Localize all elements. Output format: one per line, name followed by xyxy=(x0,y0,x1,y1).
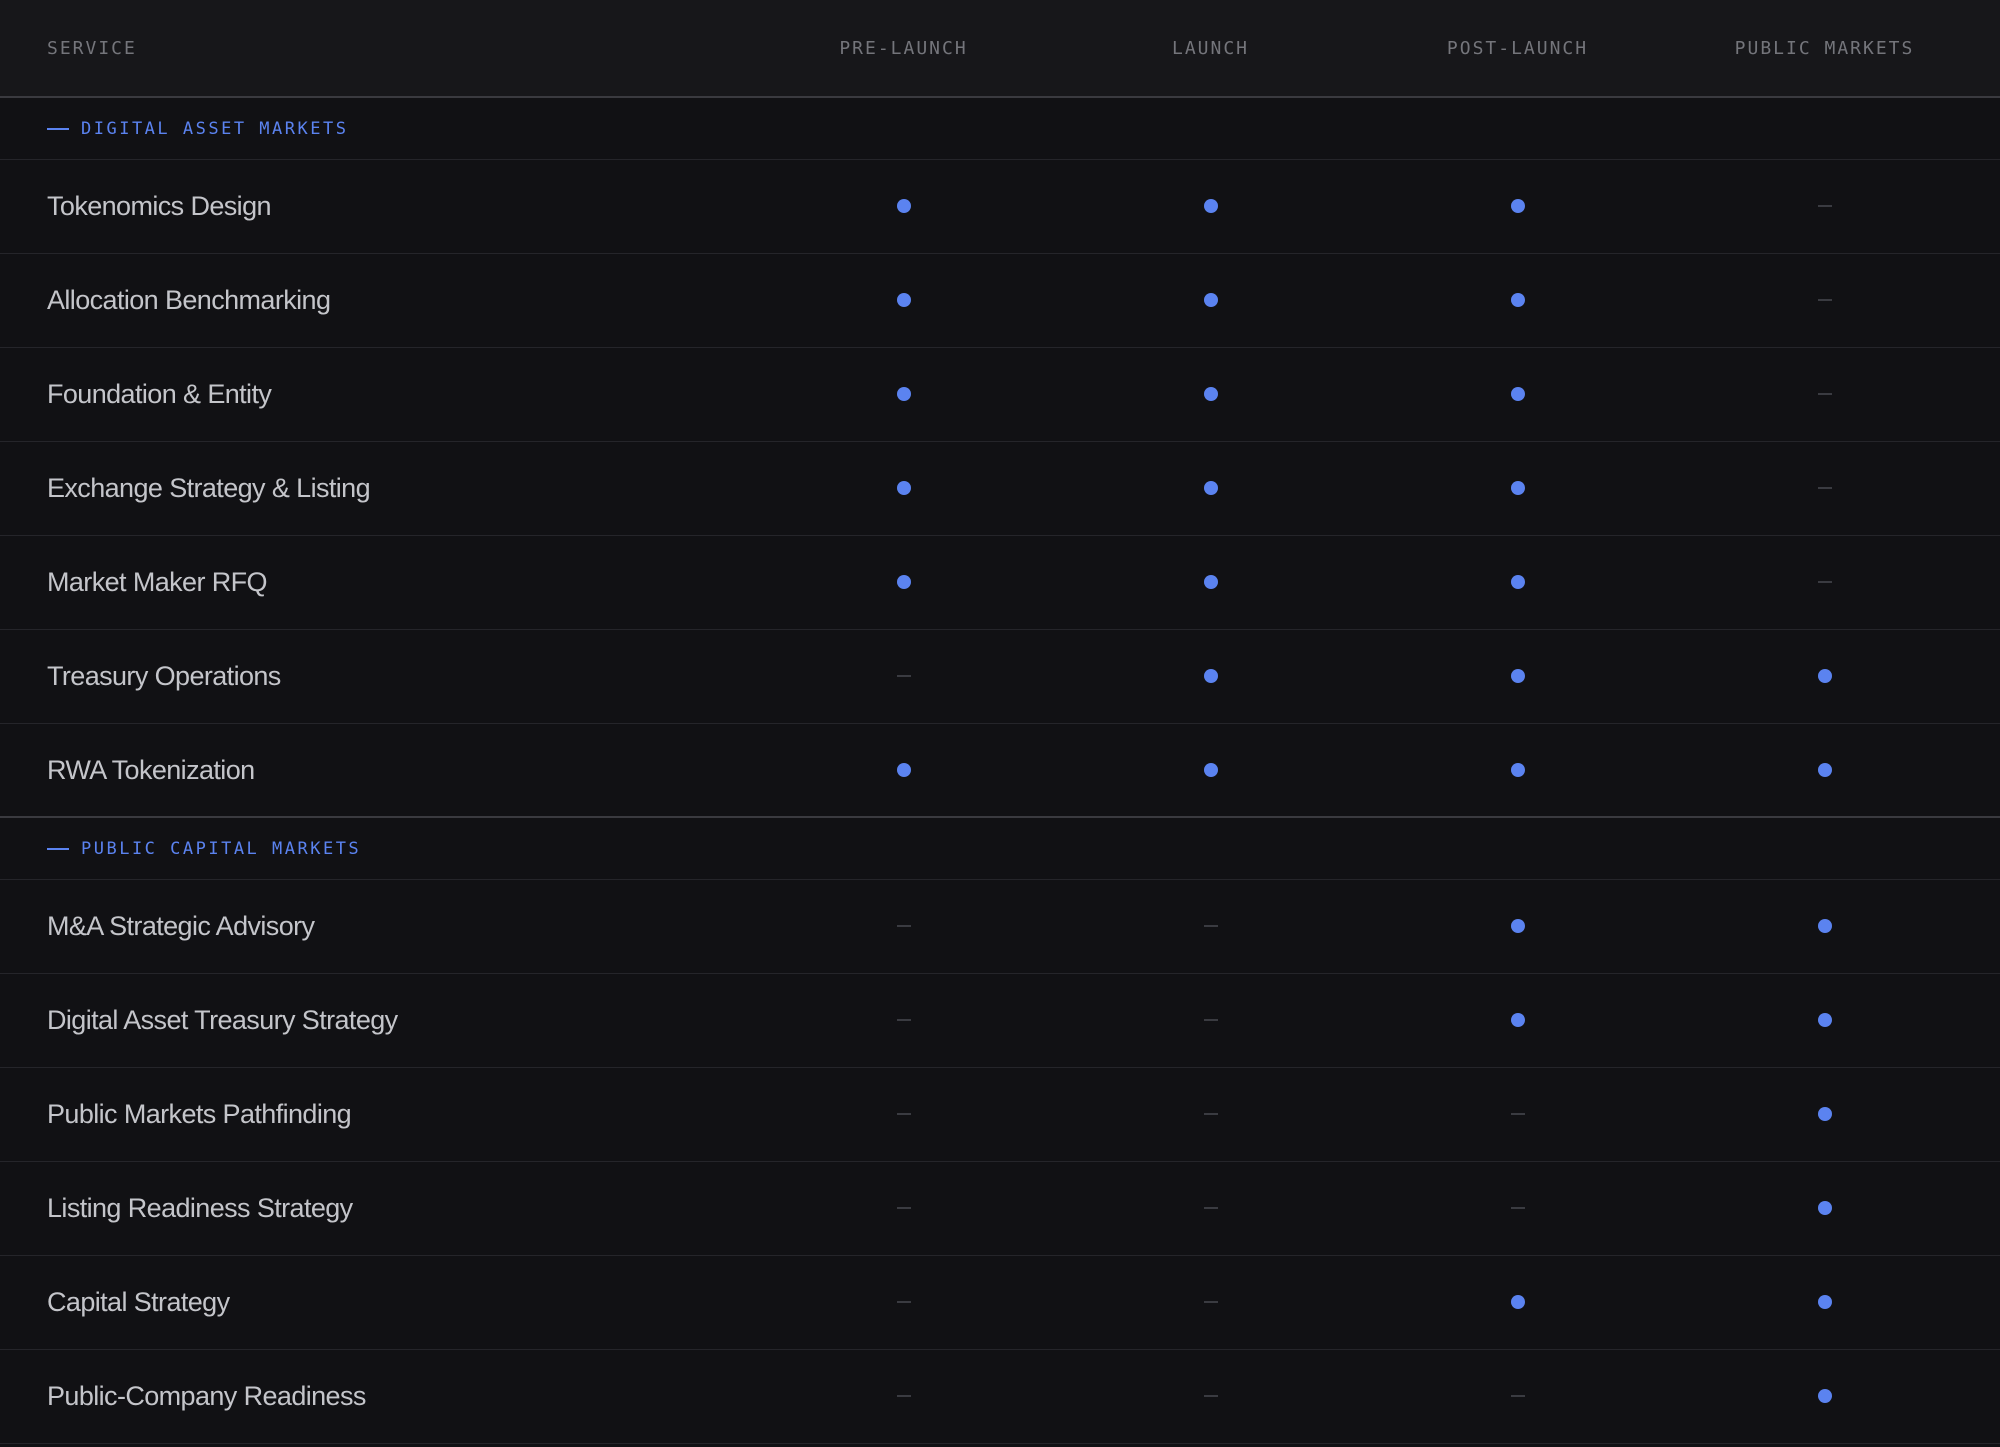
dash-icon xyxy=(1510,1207,1525,1210)
service-name: Capital Strategy xyxy=(47,1287,230,1317)
dash-icon xyxy=(896,925,911,928)
service-name: Public-Company Readiness xyxy=(47,1381,366,1411)
dash-icon xyxy=(896,1301,911,1304)
header-public-markets: PUBLIC MARKETS xyxy=(1734,37,1915,59)
dot-icon xyxy=(1817,669,1832,684)
header-launch: LAUNCH xyxy=(1171,37,1250,59)
dash-icon xyxy=(896,1113,911,1116)
table-row: Exchange Strategy & Listing xyxy=(0,442,2000,536)
section-label: PUBLIC CAPITAL MARKETS xyxy=(81,838,362,859)
table-row: Public-Company Readiness xyxy=(0,1350,2000,1444)
header-post-launch: POST-LAUNCH xyxy=(1446,37,1589,59)
dot-icon xyxy=(1510,1013,1525,1028)
table-row: RWA Tokenization xyxy=(0,724,2000,818)
service-name: Foundation & Entity xyxy=(47,379,272,409)
table-row: Foundation & Entity xyxy=(0,348,2000,442)
dash-icon xyxy=(896,1395,911,1398)
dot-icon xyxy=(1817,762,1832,777)
table-row: Allocation Benchmarking xyxy=(0,254,2000,348)
section-header: DIGITAL ASSET MARKETS xyxy=(0,98,2000,160)
service-name: Public Markets Pathfinding xyxy=(47,1099,352,1129)
table-row: Capital Strategy xyxy=(0,1256,2000,1350)
dot-icon xyxy=(1203,481,1218,496)
service-name: Exchange Strategy & Listing xyxy=(47,473,371,503)
dot-icon xyxy=(896,387,911,402)
dash-icon xyxy=(1817,487,1832,490)
service-name: M&A Strategic Advisory xyxy=(47,911,315,941)
dash-icon xyxy=(896,675,911,678)
service-name: RWA Tokenization xyxy=(47,754,255,785)
service-name: Listing Readiness Strategy xyxy=(47,1193,353,1223)
table-header: SERVICE PRE-LAUNCH LAUNCH POST-LAUNCH PU… xyxy=(0,0,2000,98)
dot-icon xyxy=(1817,1107,1832,1122)
table-row: Tokenomics Design xyxy=(0,160,2000,254)
dash-icon xyxy=(1203,925,1218,928)
dot-icon xyxy=(1510,481,1525,496)
table-row: Public Markets Pathfinding xyxy=(0,1068,2000,1162)
dot-icon xyxy=(1203,199,1218,214)
header-service: SERVICE xyxy=(47,37,137,59)
service-name: Digital Asset Treasury Strategy xyxy=(47,1005,398,1035)
dash-icon xyxy=(1817,581,1832,584)
dot-icon xyxy=(1510,199,1525,214)
dot-icon xyxy=(1817,1013,1832,1028)
dot-icon xyxy=(896,293,911,308)
dot-icon xyxy=(896,762,911,777)
dot-icon xyxy=(896,199,911,214)
dot-icon xyxy=(1510,293,1525,308)
dash-icon xyxy=(1203,1207,1218,1210)
table-row: Market Maker RFQ xyxy=(0,536,2000,630)
dot-icon xyxy=(1203,669,1218,684)
dot-icon xyxy=(1510,575,1525,590)
dot-icon xyxy=(1203,762,1218,777)
dot-icon xyxy=(896,481,911,496)
dot-icon xyxy=(896,575,911,590)
table-row: Digital Asset Treasury Strategy xyxy=(0,974,2000,1068)
section-label: DIGITAL ASSET MARKETS xyxy=(81,118,349,139)
service-matrix: SERVICE PRE-LAUNCH LAUNCH POST-LAUNCH PU… xyxy=(0,0,2000,1447)
dot-icon xyxy=(1510,1295,1525,1310)
dot-icon xyxy=(1510,669,1525,684)
dash-icon xyxy=(1203,1113,1218,1116)
service-name: Market Maker RFQ xyxy=(47,567,268,597)
dash-icon xyxy=(1203,1019,1218,1022)
section-dash-icon xyxy=(47,127,69,130)
dash-icon xyxy=(1510,1395,1525,1398)
dot-icon xyxy=(1817,1389,1832,1404)
service-name: Tokenomics Design xyxy=(47,191,272,221)
table-body: DIGITAL ASSET MARKETS Tokenomics Design Al… xyxy=(0,98,2000,1444)
dot-icon xyxy=(1817,1295,1832,1310)
dot-icon xyxy=(1817,919,1832,934)
dot-icon xyxy=(1203,387,1218,402)
table-row: Listing Readiness Strategy xyxy=(0,1162,2000,1256)
table-row: M&A Strategic Advisory xyxy=(0,880,2000,974)
dash-icon xyxy=(1203,1395,1218,1398)
header-pre-launch: PRE-LAUNCH xyxy=(839,37,968,59)
section-dash-icon xyxy=(47,847,69,850)
dash-icon xyxy=(1817,393,1832,396)
dash-icon xyxy=(1817,299,1832,302)
dash-icon xyxy=(1203,1301,1218,1304)
dot-icon xyxy=(1203,575,1218,590)
dash-icon xyxy=(896,1019,911,1022)
section-header: PUBLIC CAPITAL MARKETS xyxy=(0,818,2000,880)
dash-icon xyxy=(1817,205,1832,208)
dot-icon xyxy=(1510,919,1525,934)
dash-icon xyxy=(1510,1113,1525,1116)
dot-icon xyxy=(1203,293,1218,308)
dot-icon xyxy=(1510,387,1525,402)
service-name: Treasury Operations xyxy=(47,661,281,691)
dot-icon xyxy=(1817,1201,1832,1216)
service-name: Allocation Benchmarking xyxy=(47,285,331,315)
dash-icon xyxy=(896,1207,911,1210)
dot-icon xyxy=(1510,762,1525,777)
table-row: Treasury Operations xyxy=(0,630,2000,724)
